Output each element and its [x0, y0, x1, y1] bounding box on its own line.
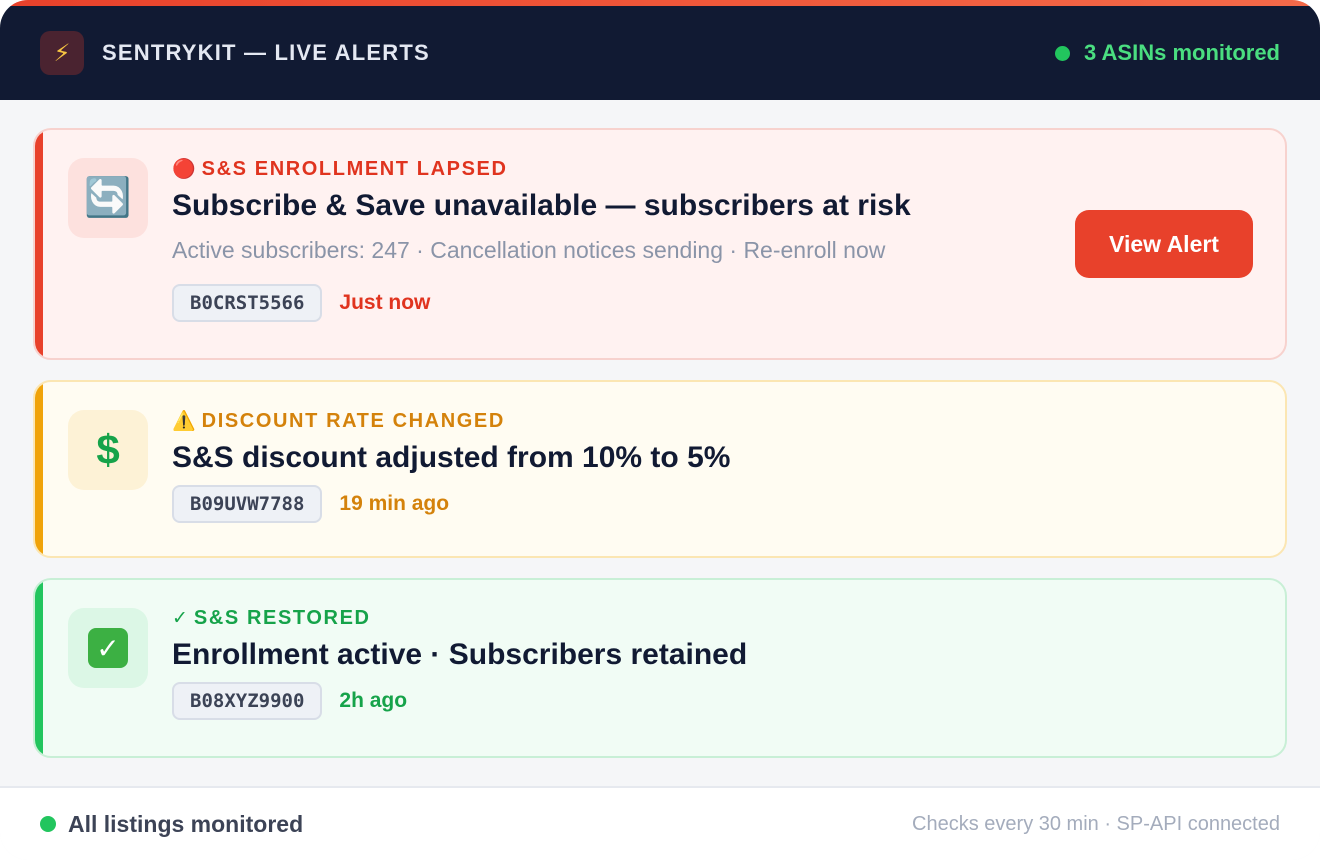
- alert-meta: B0CRST5566 Just now: [172, 284, 1255, 322]
- asin-badge: B09UVW7788: [172, 485, 323, 523]
- alert-meta: B09UVW7788 19 min ago: [172, 485, 1255, 523]
- alert-tag: 🔴 S&S ENROLLMENT LAPSED: [172, 157, 1255, 181]
- app-title: SENTRYKIT — LIVE ALERTS: [102, 40, 430, 65]
- alert-timestamp: Just now: [339, 291, 431, 314]
- asin-badge: B0CRST5566: [172, 284, 323, 322]
- red-circle-icon: 🔴: [172, 159, 196, 180]
- asin-badge: B08XYZ9900: [172, 682, 323, 720]
- alert-tag-label: S&S ENROLLMENT LAPSED: [201, 158, 508, 180]
- footer-status: All listings monitored: [68, 810, 304, 837]
- alert-meta: B08XYZ9900 2h ago: [172, 682, 1255, 720]
- alert-content: ⚠️ DISCOUNT RATE CHANGED S&S discount adj…: [172, 409, 1255, 523]
- alert-content: ✓ S&S RESTORED Enrollment active · Subscr…: [172, 607, 1255, 720]
- alert-card-enrollment-lapsed[interactable]: 🔄 🔴 S&S ENROLLMENT LAPSED Subscribe & Sav…: [33, 128, 1287, 360]
- alert-timestamp: 19 min ago: [339, 492, 450, 515]
- severity-bar: [35, 130, 43, 358]
- alert-tag: ⚠️ DISCOUNT RATE CHANGED: [172, 409, 1255, 433]
- severity-bar: [35, 580, 43, 756]
- severity-bar: [35, 382, 43, 556]
- footer-info: Checks every 30 min · SP-API connected: [912, 812, 1280, 835]
- header-bar: ⚡ SENTRYKIT — LIVE ALERTS 3 ASINs monito…: [0, 6, 1320, 100]
- monitor-status: 3 ASINs monitored: [1055, 40, 1280, 66]
- check-glyph: ✓: [88, 628, 128, 668]
- alert-tag-label: S&S RESTORED: [193, 607, 371, 629]
- alert-headline: S&S discount adjusted from 10% to 5%: [172, 441, 731, 474]
- alerts-window: ⚡ SENTRYKIT — LIVE ALERTS 3 ASINs monito…: [0, 0, 1320, 860]
- status-dot-icon: [1055, 45, 1070, 61]
- check-box-icon: ✓: [68, 608, 148, 688]
- refresh-arrows-icon: 🔄: [68, 158, 148, 238]
- warning-icon: ⚠️: [172, 411, 196, 432]
- status-dot-icon: [40, 816, 56, 832]
- dollar-sign-icon: $: [68, 410, 148, 490]
- alert-tag: ✓ S&S RESTORED: [172, 607, 1255, 630]
- view-alert-button[interactable]: View Alert: [1075, 210, 1253, 278]
- footer-bar: All listings monitored Checks every 30 m…: [0, 786, 1320, 860]
- alert-card-discount-changed[interactable]: $ ⚠️ DISCOUNT RATE CHANGED S&S discount a…: [33, 380, 1287, 558]
- lightning-bolt-icon: ⚡: [40, 31, 84, 75]
- alert-tag-label: DISCOUNT RATE CHANGED: [201, 410, 505, 432]
- checkmark-icon: ✓: [172, 608, 188, 629]
- alert-headline: Enrollment active · Subscribers retained: [172, 638, 748, 671]
- alert-timestamp: 2h ago: [339, 689, 408, 712]
- alert-card-restored[interactable]: ✓ ✓ S&S RESTORED Enrollment active · Subs…: [33, 578, 1287, 758]
- monitor-status-label: 3 ASINs monitored: [1084, 40, 1280, 65]
